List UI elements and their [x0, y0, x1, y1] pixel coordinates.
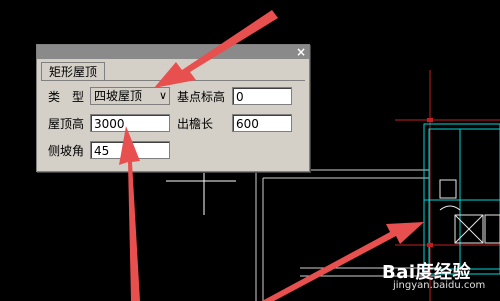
dialog-title-bar[interactable]: ×: [37, 45, 309, 59]
roof-height-input[interactable]: 3000: [90, 114, 170, 132]
building-outline: [423, 123, 500, 275]
watermark-url: jingyan.baidu.com: [393, 280, 486, 291]
type-select-value: 四坡屋顶: [94, 89, 143, 103]
slope-angle-label: 侧坡角: [48, 144, 85, 158]
base-elevation-input[interactable]: 0: [232, 87, 292, 105]
eave-length-input[interactable]: 600: [232, 114, 292, 132]
slope-angle-input[interactable]: 45: [90, 141, 170, 159]
base-elevation-label: 基点标高: [177, 90, 226, 104]
rect-roof-dialog: × 矩形屋顶 类 型 四坡屋顶 ∨ 基点标高 0 屋顶高 3000 出檐长 60…: [36, 44, 310, 172]
chevron-down-icon[interactable]: ∨: [159, 88, 167, 104]
eave-length-label: 出檐长: [177, 117, 214, 131]
crosshair-cursor: [166, 172, 236, 215]
close-icon[interactable]: ×: [295, 45, 307, 59]
fixtures: [439, 179, 500, 244]
type-select[interactable]: 四坡屋顶 ∨: [90, 87, 170, 105]
tab-divider: [41, 80, 305, 81]
type-label: 类 型: [48, 90, 85, 104]
tab-rect-roof[interactable]: 矩形屋顶: [41, 62, 105, 81]
roof-height-label: 屋顶高: [48, 117, 85, 131]
